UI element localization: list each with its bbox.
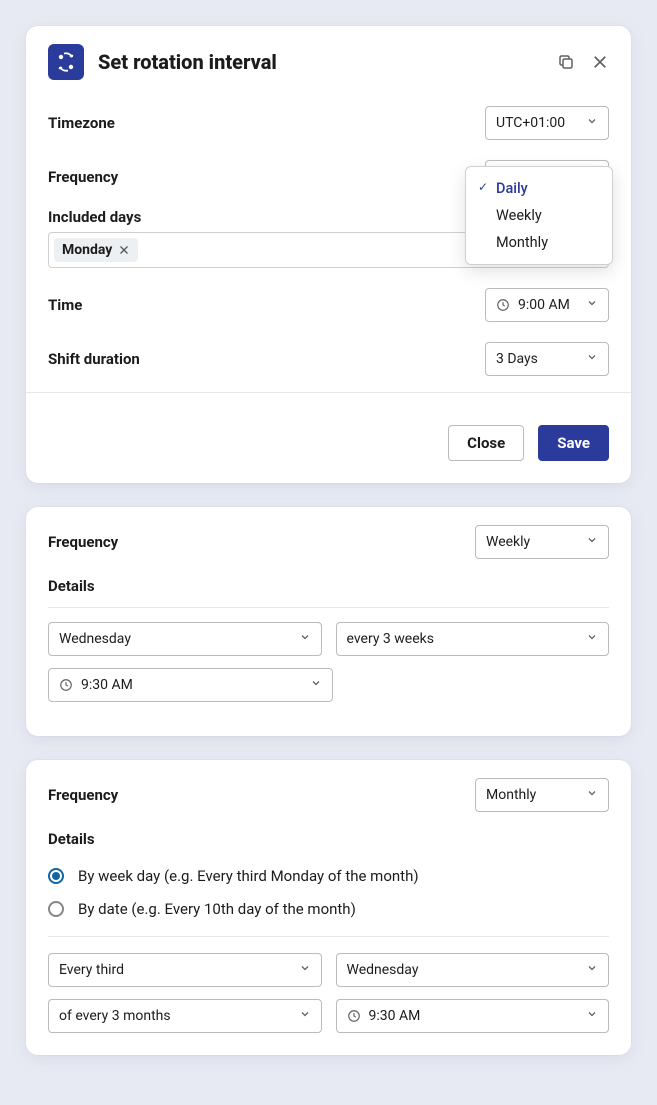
chevron-down-icon: [299, 1008, 311, 1024]
weekly-cadence-value: every 3 weeks: [347, 631, 579, 647]
monthly-time-value: 9:30 AM: [369, 1008, 579, 1024]
monthly-day-value: Wednesday: [347, 962, 579, 978]
monthly-ordinal-value: Every third: [59, 962, 291, 978]
dropdown-option-daily[interactable]: Daily: [466, 175, 612, 202]
frequency-dropdown: Daily Weekly Monthly: [465, 166, 613, 265]
chevron-down-icon: [586, 631, 598, 647]
copy-icon[interactable]: [557, 53, 575, 71]
time-value: 9:00 AM: [518, 297, 578, 313]
time-select[interactable]: 9:00 AM: [485, 288, 609, 322]
weekly-day-value: Wednesday: [59, 631, 291, 647]
weekly-cadence-select[interactable]: every 3 weeks: [336, 622, 610, 656]
monthly-frequency-select[interactable]: Monthly: [475, 778, 609, 812]
weekly-time-value: 9:30 AM: [81, 677, 302, 693]
weekly-card: Frequency Weekly Details Wednesday every…: [26, 507, 631, 736]
radio-icon: [48, 901, 64, 917]
chevron-down-icon: [299, 962, 311, 978]
monthly-card: Frequency Monthly Details By week day (e…: [26, 760, 631, 1055]
clock-icon: [496, 298, 510, 312]
radio-by-weekday-label: By week day (e.g. Every third Monday of …: [78, 867, 419, 885]
timezone-value: UTC+01:00: [496, 115, 565, 131]
monthly-cadence-value: of every 3 months: [59, 1008, 291, 1024]
weekly-time-select[interactable]: 9:30 AM: [48, 668, 333, 702]
dropdown-option-monthly[interactable]: Monthly: [466, 229, 612, 256]
dropdown-option-weekly[interactable]: Weekly: [466, 202, 612, 229]
radio-by-date-label: By date (e.g. Every 10th day of the mont…: [78, 900, 356, 918]
chevron-down-icon: [586, 787, 598, 803]
chevron-down-icon: [586, 534, 598, 550]
monthly-cadence-select[interactable]: of every 3 months: [48, 999, 322, 1033]
close-icon[interactable]: [591, 53, 609, 71]
weekly-day-select[interactable]: Wednesday: [48, 622, 322, 656]
chevron-down-icon: [586, 115, 598, 131]
radio-icon: [48, 868, 64, 884]
monthly-frequency-label: Frequency: [48, 786, 118, 804]
chevron-down-icon: [586, 297, 598, 313]
clock-icon: [347, 1009, 361, 1023]
day-chip: Monday: [54, 238, 138, 262]
timezone-select[interactable]: UTC+01:00: [485, 106, 609, 140]
chevron-down-icon: [586, 351, 598, 367]
time-label: Time: [48, 296, 82, 314]
chip-text: Monday: [62, 242, 112, 258]
shift-duration-value: 3 Days: [496, 351, 538, 367]
monthly-day-select[interactable]: Wednesday: [336, 953, 610, 987]
chevron-down-icon: [310, 677, 322, 693]
remove-chip-icon[interactable]: [118, 244, 130, 256]
chevron-down-icon: [299, 631, 311, 647]
weekly-frequency-select[interactable]: Weekly: [475, 525, 609, 559]
monthly-frequency-value: Monthly: [486, 787, 536, 803]
chevron-down-icon: [586, 1008, 598, 1024]
monthly-ordinal-select[interactable]: Every third: [48, 953, 322, 987]
close-button[interactable]: Close: [448, 425, 524, 461]
timezone-label: Timezone: [48, 114, 115, 132]
radio-by-weekday[interactable]: By week day (e.g. Every third Monday of …: [48, 862, 609, 895]
weekly-frequency-value: Weekly: [486, 534, 530, 550]
shift-duration-select[interactable]: 3 Days: [485, 342, 609, 376]
chevron-down-icon: [586, 962, 598, 978]
save-button[interactable]: Save: [538, 425, 609, 461]
rotation-logo-icon: [48, 44, 84, 80]
modal-header: Set rotation interval: [26, 26, 631, 86]
weekly-details-label: Details: [48, 577, 609, 595]
weekly-frequency-label: Frequency: [48, 533, 118, 551]
rotation-modal: Set rotation interval Timezone UTC+01:00: [26, 26, 631, 483]
monthly-details-label: Details: [48, 830, 609, 848]
modal-title: Set rotation interval: [98, 50, 557, 74]
monthly-time-select[interactable]: 9:30 AM: [336, 999, 610, 1033]
clock-icon: [59, 678, 73, 692]
shift-duration-label: Shift duration: [48, 350, 140, 368]
frequency-label: Frequency: [48, 168, 118, 186]
radio-by-date[interactable]: By date (e.g. Every 10th day of the mont…: [48, 895, 609, 928]
